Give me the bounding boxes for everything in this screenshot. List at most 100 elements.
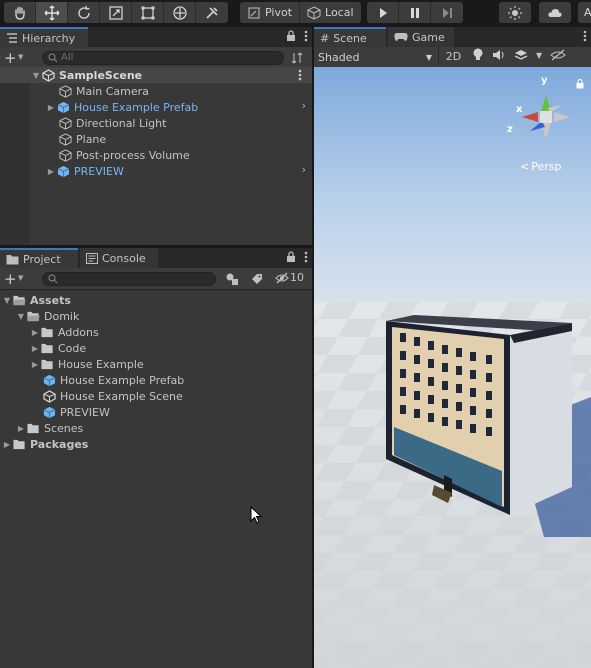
expand-arrow-icon[interactable]: ▶ [46,103,56,112]
prefab-cube-icon [56,164,70,178]
eye-slash-icon [275,272,289,283]
expand-arrow-icon[interactable]: ▶ [30,360,40,369]
projection-toggle[interactable]: < Persp [520,160,561,173]
hand-tool-button[interactable] [4,2,36,23]
lock-icon[interactable] [286,30,296,42]
chevron-down-icon[interactable]: ▼ [536,51,542,60]
expand-arrow-icon[interactable]: ▼ [2,296,12,305]
console-icon [86,252,98,264]
shading-mode-dropdown[interactable]: Shaded ▼ [318,49,434,65]
item-label: Scenes [44,421,84,435]
step-button[interactable] [431,2,463,23]
hierarchy-item-preview[interactable]: ▶ PREVIEW › [0,163,312,179]
kebab-menu-icon[interactable] [583,30,587,42]
pivot-group: Pivot Local [240,2,361,23]
kebab-menu-icon[interactable] [298,69,302,81]
account-initial: A [584,6,591,19]
playmode-group [367,2,463,23]
create-dropdown-button[interactable]: + [4,270,17,288]
project-item-code[interactable]: ▶ Code [0,340,312,356]
rotate-tool-button[interactable] [68,2,100,23]
open-prefab-arrow-icon[interactable]: › [302,99,306,112]
scale-tool-button[interactable] [100,2,132,23]
pivot-toggle[interactable]: Pivot [240,2,299,23]
tab-game[interactable]: Game [388,27,454,47]
project-item-preview[interactable]: PREVIEW [0,404,312,420]
filter-by-label-icon[interactable] [250,272,264,286]
main-toolbar: Pivot Local A [0,0,591,26]
custom-tool-button[interactable] [196,2,228,23]
cloud-button[interactable] [539,2,571,23]
account-button[interactable]: A [578,2,591,23]
transform-tool-button[interactable] [164,2,196,23]
hidden-objects-eye-icon[interactable] [550,49,566,61]
list-icon [7,33,17,43]
hierarchy-item-main-camera[interactable]: Main Camera [0,83,312,99]
expand-arrow-icon[interactable]: ▶ [46,167,56,176]
expand-arrow-icon[interactable]: ▶ [2,440,12,449]
scene-panel-header: # Scene Game Shaded ▼ 2D ▼ [314,27,591,67]
expand-arrow-icon[interactable]: ▼ [31,71,41,80]
expand-arrow-icon[interactable]: ▼ [16,312,26,321]
scene-name: SampleScene [59,68,143,82]
lock-icon[interactable] [286,251,296,263]
prefab-cube-icon [42,373,56,387]
tab-scene[interactable]: # Scene [314,27,386,47]
project-item-scenes[interactable]: ▶ Scenes [0,420,312,436]
folder-icon [40,325,54,339]
expand-arrow-icon[interactable]: ▶ [16,424,26,433]
folder-open-icon [26,309,40,323]
tab-project[interactable]: Project [0,248,78,268]
open-prefab-arrow-icon[interactable]: › [302,163,306,176]
collab-button[interactable] [499,2,531,23]
add-dropdown-button[interactable]: + [4,49,17,67]
project-item-house-example[interactable]: ▶ House Example [0,356,312,372]
hidden-packages-toggle[interactable]: 10 [275,271,304,284]
project-item-domik[interactable]: ▼ Domik [0,308,312,324]
toggle-2d-button[interactable]: 2D [438,47,468,66]
item-label: Plane [76,132,107,146]
projection-label: Persp [531,160,562,173]
lightbulb-icon[interactable] [472,48,484,62]
expand-arrow-icon[interactable]: ▶ [30,328,40,337]
effects-layers-icon[interactable] [514,49,528,61]
filter-by-type-icon[interactable] [225,272,239,286]
project-item-assets[interactable]: ▼ Assets [0,292,312,308]
move-tool-button[interactable] [36,2,68,23]
chevron-down-icon: ▼ [18,274,24,282]
lock-icon[interactable] [576,79,584,89]
cloud-icon [548,8,562,17]
pause-button[interactable] [399,2,431,23]
project-item-addons[interactable]: ▶ Addons [0,324,312,340]
hierarchy-scene-row[interactable]: ▼ SampleScene [0,67,312,83]
kebab-menu-icon[interactable] [304,30,308,42]
sort-icon[interactable] [290,51,304,65]
item-label: Code [58,341,87,355]
scene-viewport[interactable]: y x z < Persp [314,67,591,668]
local-toggle[interactable]: Local [299,2,361,23]
rect-tool-button[interactable] [132,2,164,23]
prefab-cube-icon [42,405,56,419]
project-item-packages[interactable]: ▶ Packages [0,436,312,452]
hierarchy-item-plane[interactable]: Plane [0,131,312,147]
hierarchy-item-directional-light[interactable]: Directional Light [0,115,312,131]
expand-arrow-icon[interactable]: ▶ [30,344,40,353]
play-button[interactable] [367,2,399,23]
tab-hierarchy[interactable]: Hierarchy [0,27,88,47]
hierarchy-search-input[interactable]: All [42,51,284,65]
cloud-group [539,2,571,23]
tab-hierarchy-label: Hierarchy [22,31,76,45]
project-search-input[interactable] [42,272,216,286]
transform-tools [4,2,228,23]
unity-scene-icon [41,68,55,82]
tab-console[interactable]: Console [80,248,158,268]
step-icon [443,7,452,18]
speaker-icon[interactable] [492,49,506,61]
project-item-house-scene[interactable]: House Example Scene [0,388,312,404]
hierarchy-item-post-process[interactable]: Post-process Volume [0,147,312,163]
project-item-house-prefab[interactable]: House Example Prefab [0,372,312,388]
sun-icon [508,5,522,20]
project-panel: Project Console + ▼ 10 ▼ Assets ▼ Domik [0,248,312,668]
hierarchy-item-house-prefab[interactable]: ▶ House Example Prefab › [0,99,312,115]
kebab-menu-icon[interactable] [304,251,308,263]
